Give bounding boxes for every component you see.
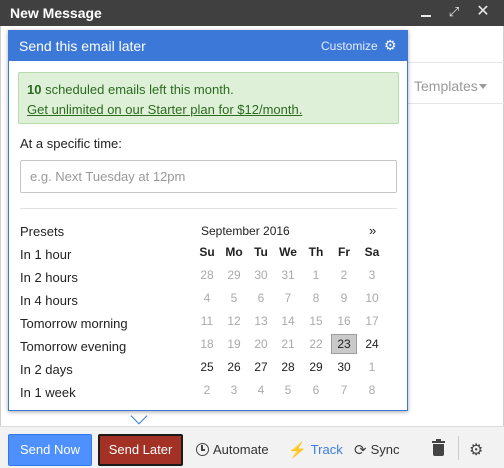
- templates-caret-icon[interactable]: [479, 84, 487, 89]
- quota-text: 10 scheduled emails left this month.: [27, 82, 234, 97]
- calendar-next-button[interactable]: »: [369, 223, 376, 238]
- calendar-day: 7: [284, 291, 292, 305]
- calendar-day: 19: [227, 337, 241, 351]
- calendar-day: 6: [257, 291, 265, 305]
- gear-icon[interactable]: ⚙: [384, 37, 397, 54]
- compose-title: New Message: [10, 5, 102, 21]
- calendar-day: 29: [227, 268, 241, 282]
- calendar-weekday: Tu: [254, 245, 268, 259]
- clock-icon: [196, 443, 209, 457]
- automate-button[interactable]: Automate: [196, 441, 269, 459]
- templates-dropdown[interactable]: Templates: [414, 78, 478, 94]
- popup-header: Send this email later Customize ⚙: [9, 31, 407, 61]
- sync-label: Sync: [370, 442, 400, 457]
- calendar-day: 28: [200, 268, 214, 282]
- send-later-button[interactable]: Send Later: [98, 434, 183, 466]
- section-divider: [20, 208, 397, 209]
- automate-label: Automate: [213, 442, 269, 457]
- specific-time-label: At a specific time:: [20, 136, 122, 151]
- toolbar-divider: [458, 436, 459, 460]
- calendar-day: 16: [337, 314, 351, 328]
- presets-title: Presets: [20, 224, 65, 239]
- gear-icon[interactable]: ⚙: [469, 440, 483, 460]
- calendar-day: 15: [309, 314, 323, 328]
- calendar-day[interactable]: 26: [221, 357, 247, 377]
- calendar-day[interactable]: 29: [303, 357, 329, 377]
- preset-tomorrow-morning[interactable]: Tomorrow morning: [20, 316, 128, 331]
- calendar-day: 1: [312, 268, 320, 282]
- calendar-day[interactable]: 27: [248, 357, 274, 377]
- calendar-day: 3: [368, 268, 376, 282]
- quota-count: 10: [27, 82, 42, 97]
- calendar-day: 1: [368, 360, 376, 374]
- calendar-day: 4: [203, 291, 211, 305]
- calendar-day: 31: [281, 268, 295, 282]
- calendar-day: 6: [312, 383, 320, 397]
- field-divider: [408, 103, 504, 104]
- calendar-day[interactable]: 24: [359, 334, 385, 354]
- calendar-day: 7: [340, 383, 348, 397]
- calendar-day: 11: [200, 314, 214, 328]
- calendar-month-label: September 2016: [201, 224, 290, 238]
- preset-in-2-hours[interactable]: In 2 hours: [20, 270, 78, 285]
- calendar-day: 3: [230, 383, 238, 397]
- upgrade-link[interactable]: Get unlimited on our Starter plan for $1…: [27, 102, 302, 117]
- preset-in-1-hour[interactable]: In 1 hour: [20, 247, 71, 262]
- sync-icon: ⟳: [354, 441, 367, 459]
- calendar-day: 8: [368, 383, 376, 397]
- preset-in-4-hours[interactable]: In 4 hours: [20, 293, 78, 308]
- calendar-weekday: Mo: [225, 245, 243, 259]
- calendar-day: 14: [281, 314, 295, 328]
- preset-in-2-days[interactable]: In 2 days: [20, 362, 73, 377]
- calendar-day: 10: [365, 291, 379, 305]
- calendar-day: 2: [203, 383, 211, 397]
- field-divider: [408, 62, 504, 63]
- calendar-day: 4: [257, 383, 265, 397]
- preset-tomorrow-evening[interactable]: Tomorrow evening: [20, 339, 126, 354]
- minimize-icon[interactable]: [417, 3, 435, 21]
- calendar-day: 12: [227, 314, 241, 328]
- sync-button[interactable]: ⟳ Sync: [354, 441, 399, 459]
- track-button[interactable]: ⚡ Track: [288, 441, 343, 459]
- calendar-day: 18: [200, 337, 214, 351]
- calendar-day: 21: [281, 337, 295, 351]
- calendar-day[interactable]: 30: [331, 357, 357, 377]
- send-later-popup: Send this email later Customize ⚙ 10 sch…: [8, 30, 408, 411]
- calendar-weekday: Su: [199, 245, 215, 259]
- calendar-weekday: We: [279, 245, 297, 259]
- calendar-weekday: Fr: [338, 245, 350, 259]
- trash-icon[interactable]: [432, 439, 445, 457]
- customize-link[interactable]: Customize: [321, 39, 378, 53]
- calendar-weekday: Th: [308, 245, 324, 259]
- calendar-day: 5: [230, 291, 238, 305]
- calendar-day: 9: [340, 291, 348, 305]
- specific-time-input[interactable]: [20, 160, 397, 193]
- calendar-day: 8: [312, 291, 320, 305]
- calendar-day: 5: [284, 383, 292, 397]
- calendar-day[interactable]: 25: [194, 357, 220, 377]
- quota-text-rest: scheduled emails left this month.: [41, 82, 234, 97]
- calendar-day: 22: [309, 337, 323, 351]
- compose-toolbar: Send Now Send Later Automate ⚡ Track ⟳ Syn…: [0, 426, 504, 468]
- calendar-day[interactable]: 28: [275, 357, 301, 377]
- calendar-weekday: Sa: [364, 245, 380, 259]
- send-now-button[interactable]: Send Now: [8, 434, 92, 466]
- compose-header: New Message ⤢ ✕: [0, 0, 504, 26]
- calendar-day-selected[interactable]: 23: [331, 334, 357, 354]
- calendar-day: 17: [365, 314, 379, 328]
- quota-notice: 10 scheduled emails left this month. Get…: [18, 72, 399, 124]
- track-label: Track: [310, 442, 343, 457]
- calendar-day: 2: [340, 268, 348, 282]
- expand-icon[interactable]: ⤢: [445, 3, 463, 21]
- close-icon[interactable]: ✕: [474, 3, 492, 21]
- calendar-day: 13: [254, 314, 268, 328]
- calendar-day: 30: [254, 268, 268, 282]
- calendar-day: 20: [254, 337, 268, 351]
- bolt-icon: ⚡: [288, 441, 307, 459]
- preset-in-1-week[interactable]: In 1 week: [20, 385, 76, 400]
- popup-title: Send this email later: [19, 38, 146, 54]
